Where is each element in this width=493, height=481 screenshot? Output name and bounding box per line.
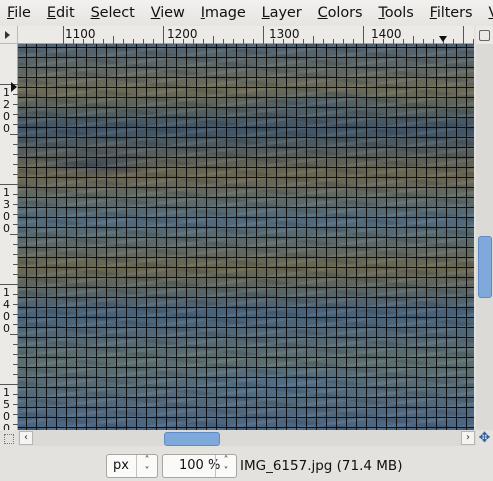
file-info: IMG_6157.jpg (71.4 MB) bbox=[240, 458, 403, 474]
statusbar: px ˄ ˅ 100 % ˄ ˅ IMG_6157.jpg (71.4 MB) bbox=[0, 446, 493, 481]
menu-select-mnemonic: S bbox=[90, 5, 100, 21]
vertical-scroll-thumb[interactable] bbox=[478, 236, 492, 298]
image-canvas[interactable] bbox=[18, 44, 474, 430]
menu-filters[interactable]: Filters bbox=[422, 0, 481, 26]
pixel-grid-overlay bbox=[18, 44, 474, 430]
menu-colors-mnemonic: C bbox=[317, 5, 328, 21]
hruler-label-1300: 1300 bbox=[269, 27, 300, 41]
unit-value: px bbox=[113, 458, 129, 473]
unit-updown-icon: ˄ ˅ bbox=[136, 455, 157, 477]
menu-file[interactable]: File bbox=[0, 0, 39, 26]
menu-view[interactable]: View bbox=[143, 0, 193, 26]
unit-selector[interactable]: px ˄ ˅ bbox=[106, 454, 158, 478]
hruler-label-1400: 1400 bbox=[371, 27, 402, 41]
menu-colors-label: olors bbox=[327, 5, 363, 21]
menu-image-label: mage bbox=[204, 5, 246, 21]
scroll-left-button[interactable]: ‹ bbox=[19, 431, 33, 445]
zoom-updown-icon: ˄ ˅ bbox=[215, 455, 236, 477]
image-menu-button[interactable] bbox=[0, 26, 18, 44]
menu-filters-label: ilters bbox=[436, 5, 473, 21]
menu-tools[interactable]: Tools bbox=[370, 0, 421, 26]
menu-layer[interactable]: Layer bbox=[254, 0, 310, 26]
menu-layer-label: ayer bbox=[269, 5, 302, 21]
menu-select-label: elect bbox=[99, 5, 135, 21]
zoom-to-fit-icon[interactable] bbox=[476, 26, 493, 44]
menu-video-mnemonic: V bbox=[488, 5, 493, 21]
menu-edit-label: dit bbox=[55, 5, 75, 21]
menu-select[interactable]: Select bbox=[83, 0, 143, 26]
menu-edit-mnemonic: E bbox=[46, 5, 56, 21]
hruler-pointer-icon bbox=[439, 36, 447, 42]
menu-video[interactable]: Video bbox=[480, 0, 493, 26]
navigate-icon[interactable]: ✥ bbox=[476, 430, 493, 446]
menu-view-mnemonic: V bbox=[150, 5, 161, 21]
menu-image[interactable]: Image bbox=[193, 0, 254, 26]
horizontal-ruler-ticks: 1100 1200 1300 1400 bbox=[63, 26, 474, 44]
vertical-ruler[interactable]: 1 2 0 0 1 3 0 0 1 4 0 0 1 5 0 0 bbox=[0, 44, 18, 430]
menu-view-label: iew bbox=[160, 5, 185, 21]
vertical-ruler-ticks: 1 2 0 0 1 3 0 0 1 4 0 0 1 5 0 0 bbox=[0, 82, 18, 430]
vruler-1200-d3: 0 bbox=[3, 122, 10, 135]
menu-layer-mnemonic: L bbox=[261, 5, 270, 21]
scroll-right-button[interactable]: › bbox=[461, 431, 475, 445]
hruler-label-1100: 1100 bbox=[65, 27, 96, 41]
zoom-selector[interactable]: 100 % ˄ ˅ bbox=[162, 454, 237, 478]
horizontal-scrollbar[interactable]: ‹ › bbox=[18, 430, 476, 446]
menubar: File Edit Select View Image Layer Colors… bbox=[0, 0, 493, 26]
menu-file-label: ile bbox=[14, 5, 31, 21]
menu-filters-mnemonic: F bbox=[429, 5, 437, 21]
menu-colors[interactable]: Colors bbox=[310, 0, 371, 26]
menu-tools-label: ools bbox=[384, 5, 414, 21]
horizontal-ruler[interactable]: 1100 1200 1300 1400 bbox=[18, 26, 474, 44]
hruler-label-1200: 1200 bbox=[167, 27, 198, 41]
vruler-1500-d3: 0 bbox=[3, 422, 10, 430]
menu-edit[interactable]: Edit bbox=[39, 0, 83, 26]
vruler-pointer-icon bbox=[11, 82, 17, 92]
vruler-1400-d3: 0 bbox=[3, 322, 10, 335]
vertical-scrollbar[interactable] bbox=[476, 44, 493, 430]
quick-mask-toggle-icon[interactable] bbox=[0, 430, 18, 446]
vruler-1300-d3: 0 bbox=[3, 222, 10, 235]
horizontal-scroll-thumb[interactable] bbox=[164, 432, 220, 446]
